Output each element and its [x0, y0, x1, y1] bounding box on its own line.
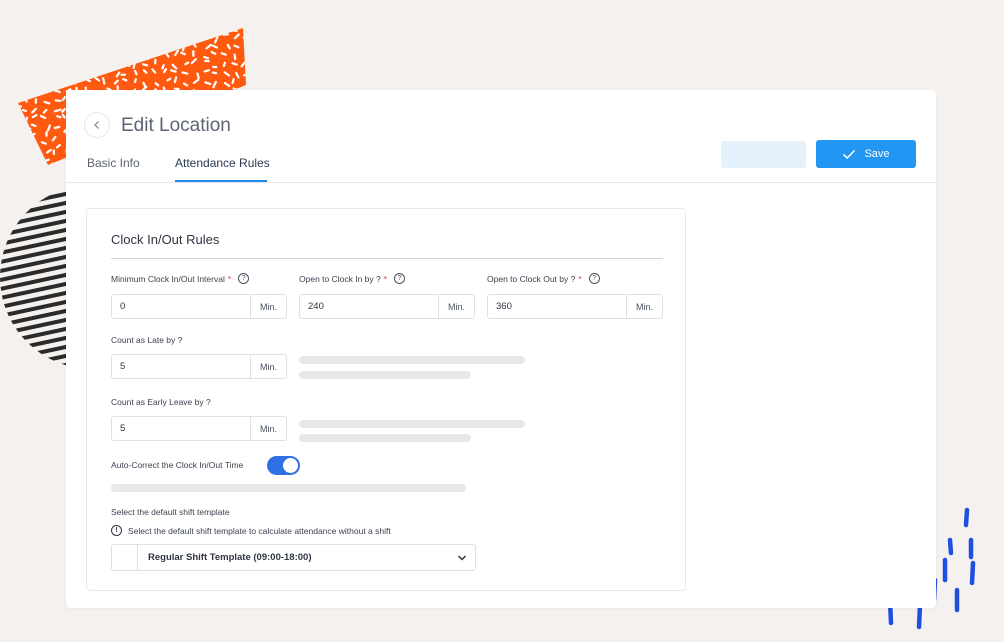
select-prefix [112, 545, 138, 570]
back-button[interactable] [84, 112, 110, 138]
auto-correct-toggle[interactable] [267, 456, 300, 475]
save-label: Save [864, 148, 890, 160]
section-title: Clock In/Out Rules [111, 232, 220, 247]
skeleton-line [299, 434, 471, 442]
clock-out-label: Open to Clock Out by ? * ? [487, 273, 600, 284]
active-tab-indicator [175, 180, 267, 182]
info-icon: ! [111, 525, 122, 536]
auto-correct-label: Auto-Correct the Clock In/Out Time [111, 460, 244, 470]
page-header: Edit Location Basic Info Attendance Rule… [66, 90, 936, 183]
help-icon[interactable]: ? [238, 273, 250, 284]
shift-template-info: ! Select the default shift template to c… [111, 525, 391, 536]
page-title: Edit Location [121, 115, 231, 136]
help-icon[interactable]: ? [588, 273, 600, 284]
early-leave-label: Count as Early Leave by ? [111, 397, 211, 407]
clock-in-label: Open to Clock In by ? * ? [299, 273, 406, 284]
min-interval-input[interactable]: 0 Min. [111, 294, 287, 319]
late-label: Count as Late by ? [111, 335, 183, 345]
skeleton-line [111, 484, 466, 492]
tab-basic-info[interactable]: Basic Info [87, 156, 140, 170]
tab-attendance-rules[interactable]: Attendance Rules [175, 156, 270, 170]
help-icon[interactable]: ? [394, 273, 406, 284]
clock-rules-panel: Clock In/Out Rules Minimum Clock In/Out … [86, 208, 686, 591]
shift-template-label: Select the default shift template [111, 507, 230, 517]
check-icon [843, 149, 856, 159]
late-input[interactable]: 5 Min. [111, 354, 287, 379]
black-stripes-circle [0, 185, 70, 369]
save-button[interactable]: Save [816, 140, 916, 168]
clock-in-input[interactable]: 240 Min. [299, 294, 475, 319]
clock-out-input[interactable]: 360 Min. [487, 294, 663, 319]
early-leave-input[interactable]: 5 Min. [111, 416, 287, 441]
toggle-knob [283, 458, 298, 473]
skeleton-line [299, 371, 471, 379]
edit-location-card: Edit Location Basic Info Attendance Rule… [66, 90, 936, 608]
skeleton-line [299, 420, 525, 428]
section-divider [111, 258, 663, 259]
secondary-button[interactable] [721, 141, 806, 168]
shift-template-select[interactable]: Regular Shift Template (09:00-18:00) [111, 544, 476, 571]
chevron-left-icon [94, 121, 99, 129]
chevron-down-icon[interactable] [449, 545, 475, 570]
min-interval-label: Minimum Clock In/Out Interval * ? [111, 273, 250, 284]
skeleton-line [299, 356, 525, 364]
